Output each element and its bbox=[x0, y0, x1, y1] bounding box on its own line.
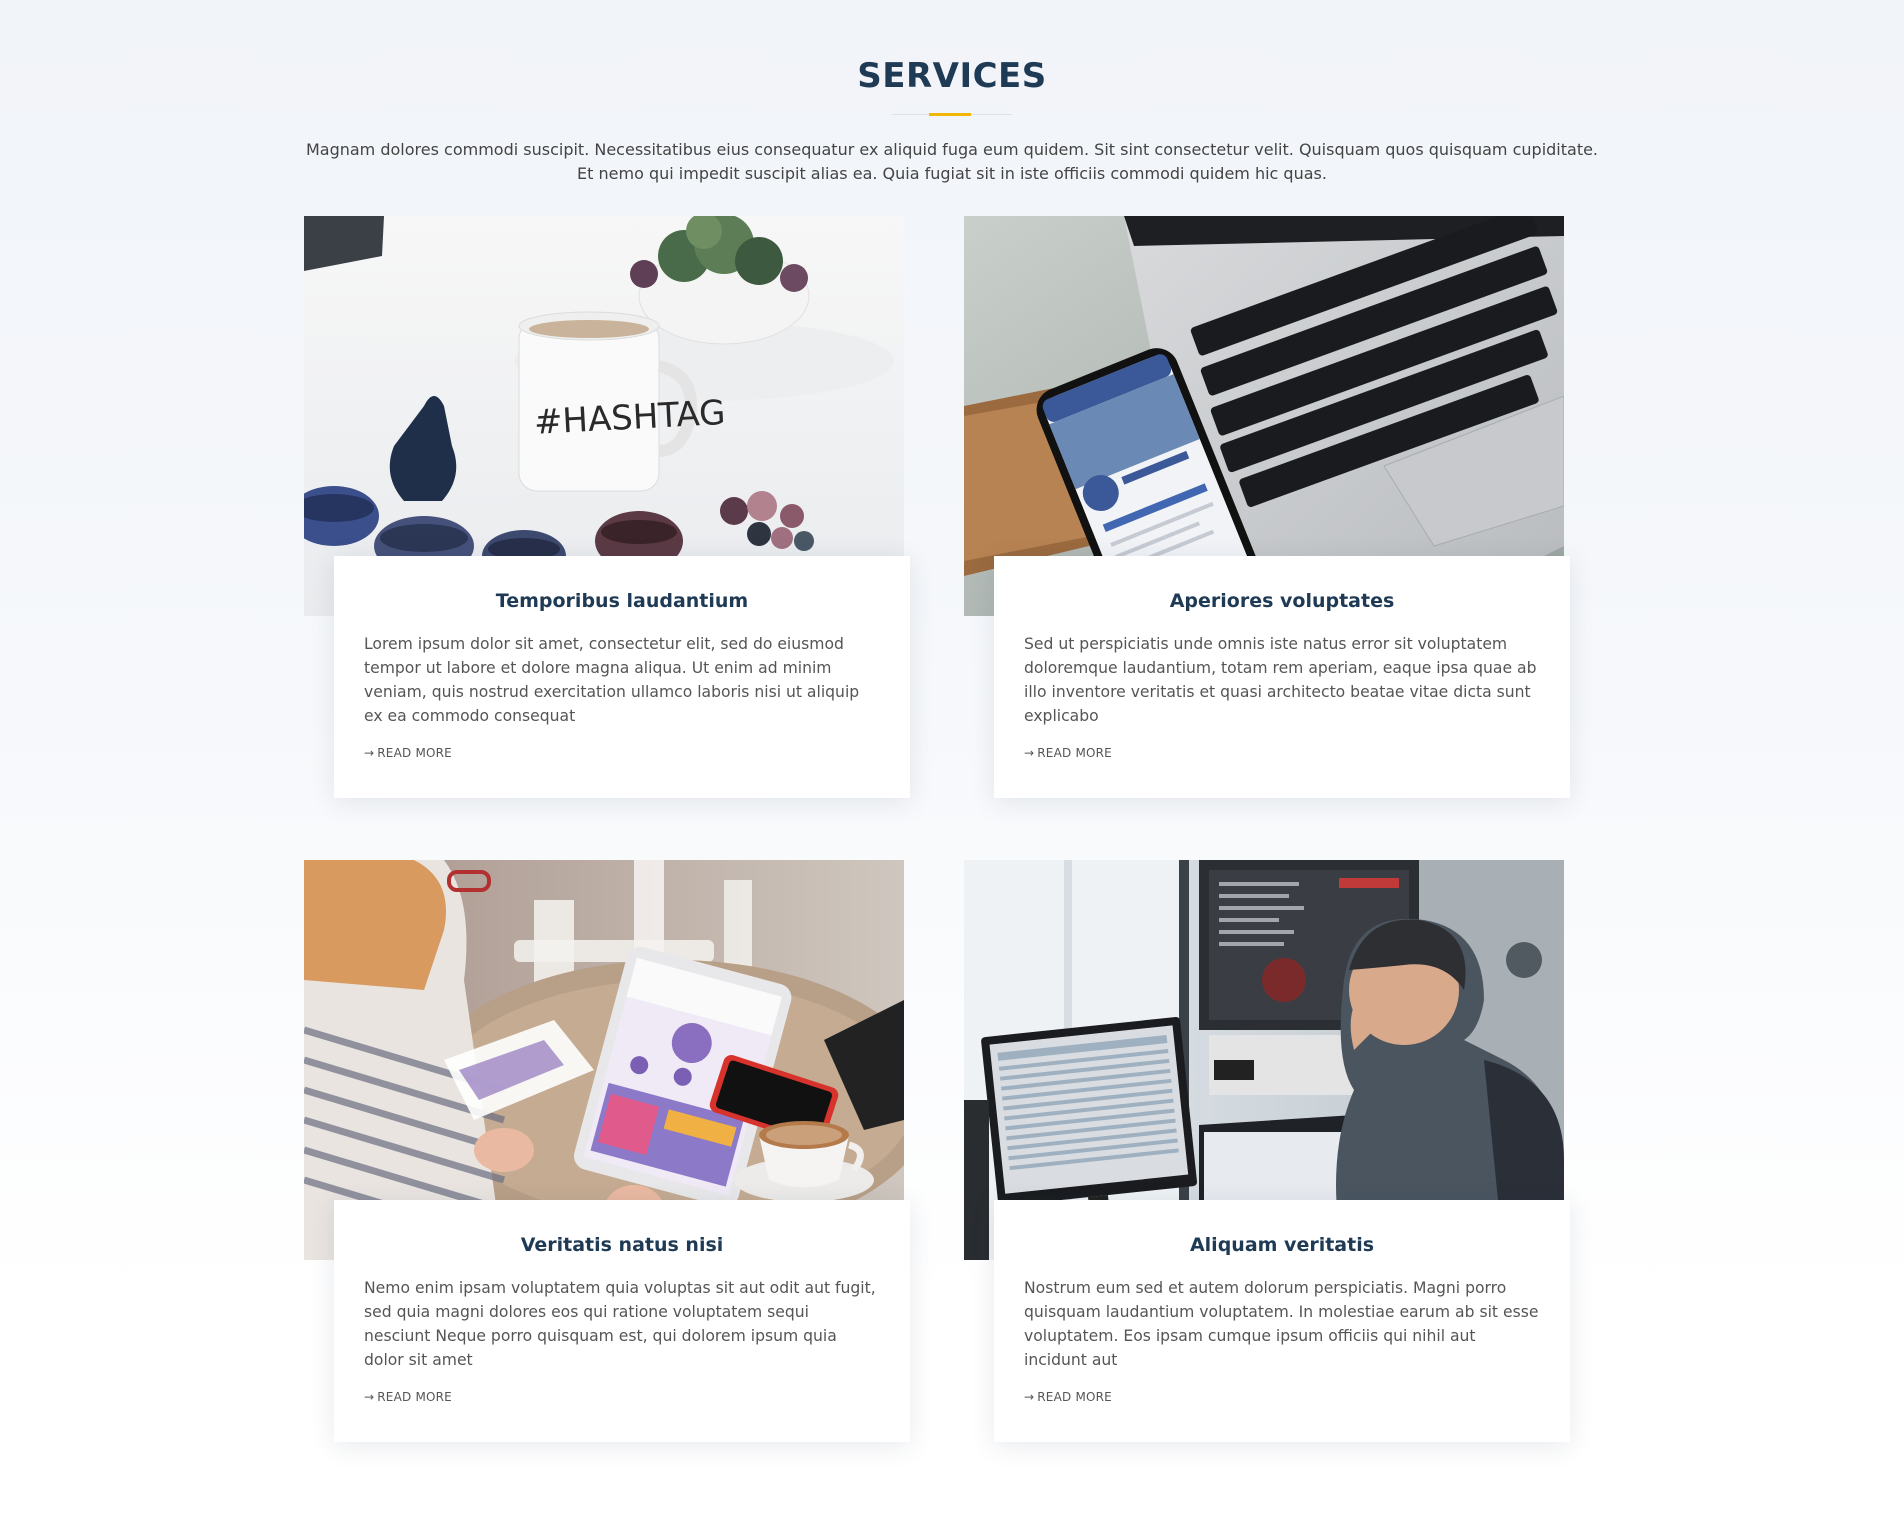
service-card: Aliquam veritatis Nostrum eum sed et aut… bbox=[964, 860, 1616, 1450]
arrow-right-icon: → bbox=[364, 746, 375, 760]
service-description: Nemo enim ipsam voluptatem quia voluptas… bbox=[364, 1279, 876, 1369]
arrow-right-icon: → bbox=[1024, 1390, 1035, 1404]
read-more-label: READ MORE bbox=[377, 746, 452, 760]
service-card-body: Aperiores voluptates Sed ut perspiciatis… bbox=[994, 556, 1570, 798]
service-title: Aliquam veritatis bbox=[1189, 1234, 1375, 1256]
read-more-link[interactable]: → READ MORE bbox=[1024, 746, 1112, 760]
section-title: SERVICES bbox=[857, 56, 1047, 96]
service-card-body: Veritatis natus nisi Nemo enim ipsam vol… bbox=[334, 1200, 910, 1442]
title-divider-accent bbox=[929, 113, 971, 116]
service-card-body: Temporibus laudantium Lorem ipsum dolor … bbox=[334, 556, 910, 798]
arrow-right-icon: → bbox=[364, 1390, 375, 1404]
services-section: SERVICES Magnam dolores commodi suscipit… bbox=[0, 0, 1904, 1537]
read-more-link[interactable]: → READ MORE bbox=[1024, 1390, 1112, 1404]
arrow-right-icon: → bbox=[1024, 746, 1035, 760]
service-card: #HASHTAG Temporibus laudantium Lorem ips… bbox=[304, 216, 956, 806]
service-title: Aperiores voluptates bbox=[1169, 590, 1395, 612]
service-card: Veritatis natus nisi Nemo enim ipsam vol… bbox=[304, 860, 956, 1450]
service-title: Veritatis natus nisi bbox=[520, 1234, 724, 1256]
read-more-label: READ MORE bbox=[377, 1390, 452, 1404]
service-description: Sed ut perspiciatis unde omnis iste natu… bbox=[1024, 635, 1537, 725]
service-title: Temporibus laudantium bbox=[495, 590, 749, 612]
service-description: Nostrum eum sed et autem dolorum perspic… bbox=[1024, 1279, 1539, 1369]
service-description: Lorem ipsum dolor sit amet, consectetur … bbox=[364, 635, 860, 725]
read-more-link[interactable]: → READ MORE bbox=[364, 1390, 452, 1404]
read-more-link[interactable]: → READ MORE bbox=[364, 746, 452, 760]
service-card: Aperiores voluptates Sed ut perspiciatis… bbox=[964, 216, 1616, 806]
service-card-body: Aliquam veritatis Nostrum eum sed et aut… bbox=[994, 1200, 1570, 1442]
read-more-label: READ MORE bbox=[1037, 1390, 1112, 1404]
section-intro: Magnam dolores commodi suscipit. Necessi… bbox=[305, 140, 1599, 183]
read-more-label: READ MORE bbox=[1037, 746, 1112, 760]
